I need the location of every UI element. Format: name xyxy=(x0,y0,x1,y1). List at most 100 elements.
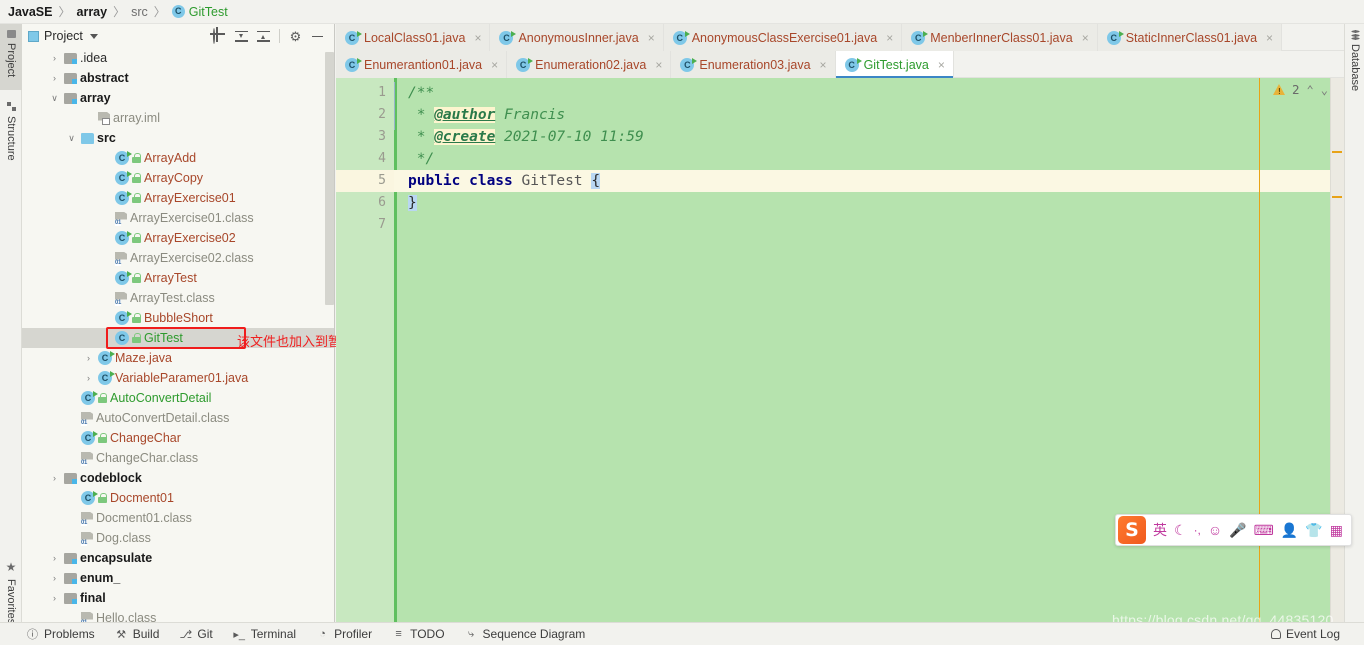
close-icon[interactable]: × xyxy=(474,31,481,45)
event-log-button[interactable]: Event Log xyxy=(1270,627,1340,641)
user-icon[interactable]: 👤 xyxy=(1281,523,1298,537)
breadcrumb-item-array[interactable]: array xyxy=(77,5,108,19)
editor-tab[interactable]: C MenberInnerClass01.java × xyxy=(902,24,1098,51)
tree-node[interactable]: ›Hello.class xyxy=(22,608,334,622)
tree-node[interactable]: ›AutoConvertDetail.class xyxy=(22,408,334,428)
tree-node[interactable]: › C Maze.java xyxy=(22,348,334,368)
moon-icon[interactable]: ☾ xyxy=(1174,523,1187,537)
sogou-logo-icon[interactable]: S xyxy=(1118,516,1146,544)
status-bar-item-profiler[interactable]: ◔ Profiler xyxy=(316,627,372,641)
chevron-down-icon[interactable]: ∨ xyxy=(66,133,77,144)
tree-node[interactable]: › final xyxy=(22,588,334,608)
code-line[interactable] xyxy=(394,214,1344,236)
chevron-right-icon[interactable]: › xyxy=(49,473,60,483)
editor-tab[interactable]: C StaticInnerClass01.java × xyxy=(1097,24,1283,51)
tree-node[interactable]: ›CChangeChar xyxy=(22,428,334,448)
tree-node[interactable]: › codeblock xyxy=(22,468,334,488)
chevron-right-icon[interactable]: › xyxy=(83,353,94,363)
status-bar-item-git[interactable]: ⎇ Git xyxy=(179,627,213,641)
settings-gear-icon[interactable]: ⚙ xyxy=(289,30,302,43)
close-icon[interactable]: × xyxy=(648,31,655,45)
tree-node[interactable]: ›ChangeChar.class xyxy=(22,448,334,468)
breadcrumb-item-src[interactable]: src xyxy=(131,5,148,19)
chevron-right-icon[interactable]: › xyxy=(49,53,60,63)
inspection-widget[interactable]: 2 ⌃ ⌄ xyxy=(1273,82,1328,97)
editor-tab[interactable]: C LocalClass01.java × xyxy=(336,24,491,51)
tree-scrollbar[interactable] xyxy=(325,52,334,305)
tree-node[interactable]: ›CDocment01 xyxy=(22,488,334,508)
ime-mode-label[interactable]: 英 xyxy=(1153,523,1167,537)
chevron-right-icon[interactable]: › xyxy=(83,373,94,383)
tree-node[interactable]: ›CBubbleShort xyxy=(22,308,334,328)
tree-node[interactable]: ›CArrayExercise01 xyxy=(22,188,334,208)
editor-tab[interactable]: C GitTest.java × xyxy=(835,51,954,78)
editor-tab[interactable]: C Enumerantion01.java × xyxy=(336,51,508,78)
tree-node[interactable]: ›CArrayTest xyxy=(22,268,334,288)
tree-node[interactable]: › .idea xyxy=(22,48,334,68)
tree-node[interactable]: ›ArrayTest.class xyxy=(22,288,334,308)
tree-node[interactable]: ›CArrayExercise02 xyxy=(22,228,334,248)
editor-tab[interactable]: C Enumeration03.java × xyxy=(671,51,836,78)
editor-gutter[interactable]: 1⊖ 2 3 4▭5 6 7 xyxy=(336,78,402,622)
close-icon[interactable]: × xyxy=(1082,31,1089,45)
editor-tab[interactable]: C AnonymousInner.java × xyxy=(490,24,664,51)
chevron-right-icon[interactable]: › xyxy=(49,73,60,83)
tree-node[interactable]: ›CArrayAdd xyxy=(22,148,334,168)
expand-all-icon[interactable] xyxy=(235,30,248,43)
microphone-icon[interactable]: 🎤 xyxy=(1229,523,1246,537)
status-bar-item-terminal[interactable]: ▸_ Terminal xyxy=(233,627,296,641)
apps-icon[interactable]: ▦ xyxy=(1330,523,1343,537)
tree-node[interactable]: › C VariableParamer01.java xyxy=(22,368,334,388)
sogou-ime-toolbar[interactable]: S 英 ☾ ·, ☺ 🎤 ⌨ 👤 👕 ▦ xyxy=(1115,514,1352,546)
status-bar-item-build[interactable]: ⚒ Build xyxy=(115,627,159,641)
close-icon[interactable]: × xyxy=(491,58,498,72)
locate-icon[interactable] xyxy=(212,28,226,44)
sidebar-tab-database[interactable]: Database xyxy=(1345,26,1364,110)
chevron-right-icon[interactable]: › xyxy=(49,593,60,603)
smiley-icon[interactable]: ☺ xyxy=(1208,523,1222,537)
tree-node[interactable]: ›Docment01.class xyxy=(22,508,334,528)
code-line[interactable]: * @create 2021-07-10 11:59 xyxy=(394,126,1344,148)
close-icon[interactable]: × xyxy=(1266,31,1273,45)
code-line[interactable]: /** xyxy=(394,82,1344,104)
close-icon[interactable]: × xyxy=(820,58,827,72)
sidebar-tab-structure[interactable]: Structure xyxy=(0,96,22,174)
close-icon[interactable]: × xyxy=(938,58,945,72)
skin-icon[interactable]: 👕 xyxy=(1305,523,1322,537)
tree-node[interactable]: ›array.iml xyxy=(22,108,334,128)
chevron-down-icon[interactable]: ⌄ xyxy=(1321,83,1328,97)
status-bar-item-problems[interactable]: ⓘ Problems xyxy=(26,626,95,642)
tree-node[interactable]: ∨ array xyxy=(22,88,334,108)
hide-icon[interactable] xyxy=(311,30,324,43)
tree-node[interactable]: ›CArrayCopy xyxy=(22,168,334,188)
tree-node[interactable]: › enum_ xyxy=(22,568,334,588)
code-line[interactable]: } xyxy=(394,192,1344,214)
chevron-down-icon[interactable]: ∨ xyxy=(49,93,60,104)
code-line[interactable]: public class GitTest { xyxy=(394,170,1344,192)
breadcrumb-item-gittest[interactable]: C GitTest xyxy=(171,5,228,19)
collapse-all-icon[interactable] xyxy=(257,30,270,43)
code-line[interactable]: * @author Francis xyxy=(394,104,1344,126)
tree-node[interactable]: › encapsulate xyxy=(22,548,334,568)
editor-tab[interactable]: C AnonymousClassExercise01.java × xyxy=(663,24,903,51)
code-line[interactable]: */ xyxy=(394,148,1344,170)
status-bar-item-sequence-diagram[interactable]: ⤷ Sequence Diagram xyxy=(465,627,585,641)
project-panel-title[interactable]: Project xyxy=(28,29,98,43)
tree-node[interactable]: ›ArrayExercise01.class xyxy=(22,208,334,228)
breadcrumb-item-javase[interactable]: JavaSE xyxy=(8,5,52,19)
tree-node[interactable]: ›ArrayExercise02.class xyxy=(22,248,334,268)
tree-node[interactable]: ∨ src xyxy=(22,128,334,148)
keyboard-icon[interactable]: ⌨ xyxy=(1254,523,1274,537)
sidebar-tab-project[interactable]: Project xyxy=(0,24,22,90)
warning-marker[interactable] xyxy=(1332,151,1342,153)
status-bar-item-todo[interactable]: ≡ TODO xyxy=(392,627,444,641)
tree-node[interactable]: ›Dog.class xyxy=(22,528,334,548)
chevron-down-icon[interactable] xyxy=(89,33,98,39)
chevron-right-icon[interactable]: › xyxy=(49,553,60,563)
tree-node[interactable]: ›CAutoConvertDetail xyxy=(22,388,334,408)
chevron-right-icon[interactable]: › xyxy=(49,573,60,583)
close-icon[interactable]: × xyxy=(886,31,893,45)
warning-marker[interactable] xyxy=(1332,196,1342,198)
comma-icon[interactable]: ·, xyxy=(1194,524,1201,536)
editor-tab[interactable]: C Enumeration02.java × xyxy=(507,51,672,78)
